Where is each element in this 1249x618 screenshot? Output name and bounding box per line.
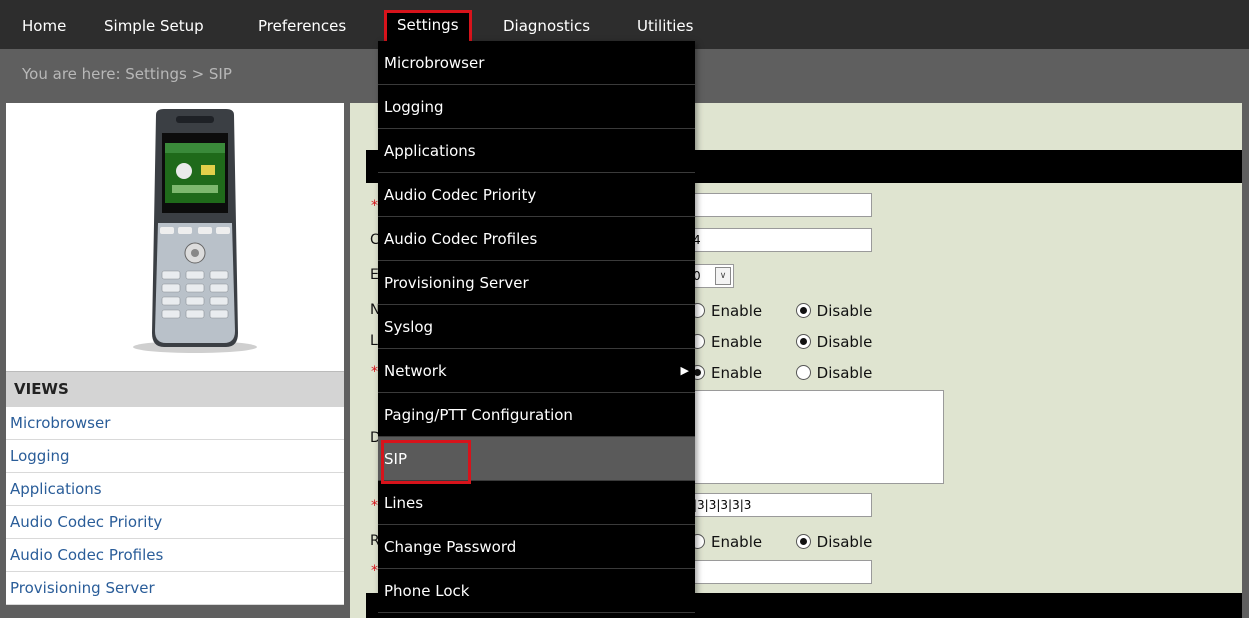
nav-simple-setup[interactable]: Simple Setup <box>104 11 204 41</box>
sip-select[interactable]: 0 ∨ <box>690 264 734 288</box>
radio-label: Disable <box>816 302 873 320</box>
radio-disable[interactable] <box>795 303 811 318</box>
views-header: VIEWS <box>6 371 344 407</box>
radio-label: Disable <box>816 364 873 382</box>
views-item-logging[interactable]: Logging <box>6 440 344 473</box>
radio-disable[interactable] <box>795 365 811 380</box>
phone-image <box>133 109 257 353</box>
menu-item-audio-codec-priority[interactable]: Audio Codec Priority <box>378 173 695 217</box>
views-item-provisioning-server[interactable]: Provisioning Server <box>6 572 344 605</box>
sip-field-last[interactable] <box>690 560 872 584</box>
views-item-applications[interactable]: Applications <box>6 473 344 506</box>
radio-group-2: Enable Disable <box>690 333 872 351</box>
required-marker: * <box>371 364 378 380</box>
menu-item-provisioning-server[interactable]: Provisioning Server <box>378 261 695 305</box>
sip-field-2[interactable]: 4 <box>690 228 872 252</box>
radio-disable[interactable] <box>795 334 811 349</box>
menu-item-sip[interactable]: SIP <box>378 437 695 481</box>
views-item-audio-codec-priority[interactable]: Audio Codec Priority <box>6 506 344 539</box>
settings-dropdown-menu: Microbrowser Logging Applications Audio … <box>378 41 695 618</box>
menu-item-microbrowser[interactable]: Microbrowser <box>378 41 695 85</box>
menu-item-audio-codec-profiles[interactable]: Audio Codec Profiles <box>378 217 695 261</box>
menu-item-applications[interactable]: Applications <box>378 129 695 173</box>
nav-home[interactable]: Home <box>22 11 66 41</box>
menu-item-logging[interactable]: Logging <box>378 85 695 129</box>
radio-label: Disable <box>816 333 873 351</box>
nav-settings[interactable]: Settings <box>384 10 472 44</box>
nav-utilities[interactable]: Utilities <box>637 11 693 41</box>
radio-label: Disable <box>816 533 873 551</box>
views-list: Microbrowser Logging Applications Audio … <box>6 407 344 605</box>
radio-label: Enable <box>711 364 763 382</box>
submenu-arrow-icon: ▶ <box>680 364 689 377</box>
sip-textarea[interactable] <box>690 390 944 484</box>
required-marker: * <box>371 198 378 214</box>
sip-field-codes[interactable]: |3|3|3|3|3 <box>690 493 872 517</box>
chevron-down-icon[interactable]: ∨ <box>715 267 731 285</box>
menu-item-network-label: Network <box>384 362 447 380</box>
menu-item-lines[interactable]: Lines <box>378 481 695 525</box>
radio-group-3: Enable Disable <box>690 364 872 382</box>
menu-item-syslog[interactable]: Syslog <box>378 305 695 349</box>
field-label-letter: L <box>370 333 378 349</box>
radio-group-1: Enable Disable <box>690 302 872 320</box>
views-item-microbrowser[interactable]: Microbrowser <box>6 407 344 440</box>
menu-item-network[interactable]: Network ▶ <box>378 349 695 393</box>
radio-label: Enable <box>711 302 763 320</box>
sip-field-1[interactable] <box>690 193 872 217</box>
breadcrumb: You are here: Settings > SIP <box>22 65 232 83</box>
radio-label: Enable <box>711 333 763 351</box>
required-marker: * <box>371 498 378 514</box>
radio-disable[interactable] <box>795 534 811 549</box>
radio-group-4: Enable Disable <box>690 533 872 551</box>
nav-preferences[interactable]: Preferences <box>258 11 346 41</box>
radio-label: Enable <box>711 533 763 551</box>
menu-item-change-password[interactable]: Change Password <box>378 525 695 569</box>
menu-item-phone-lock[interactable]: Phone Lock <box>378 569 695 613</box>
views-item-audio-codec-profiles[interactable]: Audio Codec Profiles <box>6 539 344 572</box>
menu-item-paging-ptt-configuration[interactable]: Paging/PTT Configuration <box>378 393 695 437</box>
required-marker: * <box>371 563 378 579</box>
nav-diagnostics[interactable]: Diagnostics <box>503 11 590 41</box>
phone-image-panel <box>6 103 344 371</box>
